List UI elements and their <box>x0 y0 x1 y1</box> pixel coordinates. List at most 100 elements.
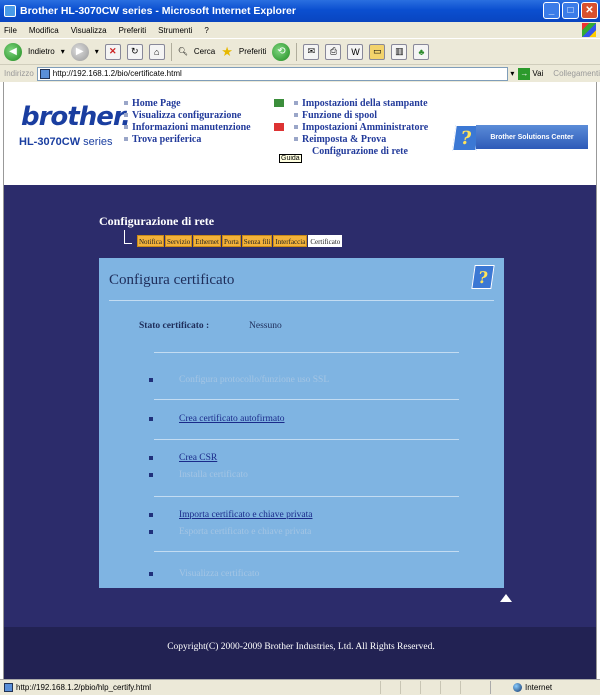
tab-senza-fili[interactable]: Senza fili <box>241 235 273 247</box>
address-input[interactable]: http://192.168.1.2/bio/certificate.html <box>36 66 509 81</box>
copyright-text: Copyright(C) 2000-2009 Brother Industrie… <box>167 642 435 652</box>
address-label: Indirizzo <box>4 69 34 78</box>
page-content: brother. HL-3070CW series Home Page Visu… <box>3 82 597 679</box>
nav-find-device[interactable]: Trova periferica <box>124 133 251 145</box>
menu-bar: File Modifica Visualizza Preferiti Strum… <box>0 22 600 38</box>
window-title: Brother HL-3070CW series - Microsoft Int… <box>20 5 296 17</box>
favorites-button-label[interactable]: Preferiti <box>239 47 267 56</box>
favorites-star-icon[interactable]: ★ <box>221 44 233 60</box>
edit-icon[interactable]: W <box>347 43 364 60</box>
search-button-label[interactable]: Cerca <box>194 47 215 56</box>
tab-porta[interactable]: Porta <box>221 235 241 247</box>
nav-spool-function[interactable]: Funzione di spool <box>274 109 428 121</box>
search-icon[interactable]: 🔍︎ <box>178 47 188 56</box>
page-header: brother. HL-3070CW series Home Page Visu… <box>4 82 596 185</box>
toolbar: ◀ Indietro ▾ ▶ ▾ ✕ ↻ ⌂ 🔍︎ Cerca ★ Prefer… <box>0 38 600 64</box>
menu-strumenti[interactable]: Strumenti <box>158 26 192 35</box>
address-dropdown-icon[interactable]: ▾ <box>510 69 514 78</box>
messenger-icon[interactable]: ♣ <box>413 43 430 60</box>
ie-icon <box>4 5 16 17</box>
help-tooltip: Guida <box>279 154 302 163</box>
window-titlebar: Brother HL-3070CW series - Microsoft Int… <box>0 0 600 22</box>
brother-logo: brother. <box>21 102 131 132</box>
model-name: HL-3070CW series <box>19 136 113 148</box>
research-icon[interactable]: ▥ <box>391 43 408 60</box>
back-button-label[interactable]: Indietro <box>28 47 55 56</box>
go-button[interactable]: → Vai <box>518 67 544 80</box>
bullet-icon <box>149 572 153 576</box>
address-url: http://192.168.1.2/bio/certificate.html <box>52 69 182 78</box>
menu-item-create-self-signed[interactable]: Crea certificato autofirmato <box>149 414 285 424</box>
tab-notifica[interactable]: Notifica <box>137 235 164 247</box>
forward-dropdown-icon[interactable]: ▾ <box>95 47 99 56</box>
help-icon[interactable]: ? <box>471 265 495 289</box>
folder-icon[interactable]: ▭ <box>369 43 386 60</box>
status-bar: http://192.168.1.2/pbio/hlp_certify.html… <box>0 679 600 695</box>
address-bar: Indirizzo http://192.168.1.2/bio/certifi… <box>0 64 600 82</box>
home-icon[interactable]: ⌂ <box>148 43 165 60</box>
status-label: Stato certificato : <box>139 321 210 331</box>
menu-visualizza[interactable]: Visualizza <box>71 26 107 35</box>
toolbar-separator <box>296 42 298 61</box>
bullet-icon <box>149 456 153 460</box>
solutions-center-button[interactable]: Brother Solutions Center <box>476 125 588 149</box>
bullet-icon <box>149 473 153 477</box>
close-button[interactable]: ✕ <box>581 2 598 19</box>
menu-modifica[interactable]: Modifica <box>29 26 59 35</box>
maximize-button[interactable]: □ <box>562 2 579 19</box>
refresh-icon[interactable]: ↻ <box>126 43 143 60</box>
nav-left: Home Page Visualizza configurazione Info… <box>124 97 251 145</box>
tab-servizio[interactable]: Servizio <box>164 235 193 247</box>
divider <box>154 399 459 400</box>
go-label: Vai <box>532 69 544 78</box>
tab-connector <box>124 230 132 244</box>
menu-help[interactable]: ? <box>204 26 208 35</box>
history-icon[interactable]: ⟲ <box>272 42 291 61</box>
section-title: Configurazione di rete <box>99 214 215 228</box>
menu-preferiti[interactable]: Preferiti <box>119 26 147 35</box>
tab-interfaccia[interactable]: Interfaccia <box>273 235 308 247</box>
nav-right: Impostazioni della stampante Funzione di… <box>274 97 428 157</box>
tab-certificato[interactable]: Certificato <box>308 235 343 247</box>
divider <box>154 352 459 353</box>
scroll-to-top-icon[interactable] <box>500 594 512 602</box>
menu-item-install-certificate: Installa certificato <box>149 470 248 480</box>
nav-maintenance-info[interactable]: Informazioni manutenzione <box>124 121 251 133</box>
divider <box>109 300 494 301</box>
menu-item-export-certificate: Esporta certificato e chiave privata <box>149 527 311 537</box>
print-icon[interactable]: ⎙ <box>325 43 342 60</box>
zone-label: Internet <box>525 683 553 692</box>
certificate-panel: Configura certificato ? Stato certificat… <box>99 258 504 588</box>
divider <box>154 439 459 440</box>
back-arrow-icon[interactable]: ◀ <box>4 42 22 61</box>
mail-icon[interactable]: ✉ <box>303 43 320 60</box>
panel-title: Configura certificato <box>109 272 235 288</box>
nav-home-page[interactable]: Home Page <box>124 97 251 109</box>
globe-icon <box>513 683 522 692</box>
nav-printer-settings[interactable]: Impostazioni della stampante <box>274 97 428 109</box>
back-dropdown-icon[interactable]: ▾ <box>61 47 65 56</box>
page-icon <box>4 683 13 692</box>
tab-ethernet[interactable]: Ethernet <box>193 235 221 247</box>
menu-item-import-certificate[interactable]: Importa certificato e chiave privata <box>149 510 312 520</box>
nav-reset-test[interactable]: Reimposta & Prova <box>274 133 428 145</box>
links-label[interactable]: Collegamenti <box>553 69 600 78</box>
toolbar-separator <box>170 42 172 61</box>
menu-item-create-csr[interactable]: Crea CSR <box>149 453 217 463</box>
nav-admin-settings[interactable]: Impostazioni Amministratore <box>274 121 428 133</box>
bullet-icon <box>149 417 153 421</box>
windows-logo-icon <box>582 23 596 37</box>
status-value: Nessuno <box>249 321 282 331</box>
menu-file[interactable]: File <box>4 26 17 35</box>
footer-band <box>4 627 596 679</box>
minimize-button[interactable]: _ <box>543 2 560 19</box>
go-arrow-icon: → <box>518 67 531 80</box>
bullet-icon <box>149 530 153 534</box>
nav-view-config[interactable]: Visualizza configurazione <box>124 109 251 121</box>
section-tabs: Notifica Servizio Ethernet Porta Senza f… <box>137 235 343 247</box>
stop-icon[interactable]: ✕ <box>104 43 121 60</box>
forward-arrow-icon[interactable]: ▶ <box>70 42 89 61</box>
settings-arrow-icon <box>274 99 288 107</box>
divider <box>154 496 459 497</box>
bullet-icon <box>149 513 153 517</box>
